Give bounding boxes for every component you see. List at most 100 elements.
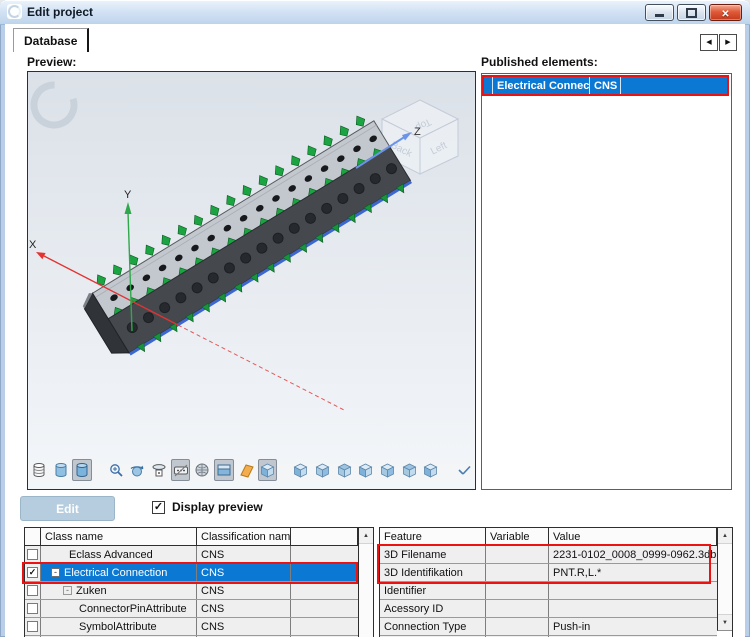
feature-table-row[interactable]: Connection TypePush-in bbox=[380, 618, 717, 636]
scroll-up-button[interactable]: ▲ bbox=[718, 528, 732, 544]
table-cell bbox=[291, 618, 358, 635]
table-cell bbox=[291, 600, 358, 617]
published-cell bbox=[621, 77, 727, 94]
preview-viewport[interactable]: Top Back Left bbox=[27, 71, 476, 490]
table-cell bbox=[486, 618, 549, 635]
dialog-content: Database ◀ ▶ Preview: Published elements… bbox=[5, 24, 745, 637]
cylinder-shaded-icon[interactable] bbox=[51, 459, 71, 481]
view-cube-4-icon[interactable] bbox=[356, 459, 376, 481]
table-cell: Value bbox=[549, 528, 717, 545]
row-checkbox[interactable] bbox=[27, 585, 38, 596]
preview-toolbar bbox=[28, 458, 475, 482]
feature-table: FeatureVariableValue3D Filename 2231-0102… bbox=[379, 527, 733, 637]
scroll-up-button[interactable]: ▲ bbox=[359, 528, 373, 544]
class-table-row[interactable]: -ZukenCNS bbox=[25, 582, 358, 600]
window-title: Edit project bbox=[27, 5, 93, 19]
display-preview-checkbox[interactable]: ✓ bbox=[152, 501, 165, 514]
minimize-button[interactable] bbox=[645, 4, 674, 21]
zoom-icon[interactable] bbox=[106, 459, 126, 481]
table-cell: ConnectorPinAttribute bbox=[41, 600, 197, 617]
display-preview-control: ✓ Display preview bbox=[152, 500, 263, 514]
table-cell: Eclass Advanced bbox=[41, 546, 197, 563]
class-table-row[interactable]: SymbolAttribute CNS bbox=[25, 618, 358, 636]
table-cell bbox=[486, 546, 549, 563]
table-cell bbox=[291, 564, 358, 581]
turntable-icon[interactable] bbox=[149, 459, 169, 481]
table-cell: CNS bbox=[197, 618, 291, 635]
arrow-right-icon: ▶ bbox=[725, 39, 730, 46]
measure-icon[interactable] bbox=[171, 459, 191, 481]
table-cell: CNS bbox=[197, 600, 291, 617]
minimize-icon bbox=[655, 14, 664, 17]
tab-scroll-right-button[interactable]: ▶ bbox=[719, 34, 737, 51]
class-table-row[interactable]: ✓-Electrical ConnectionCNS bbox=[25, 564, 358, 582]
table-cell: Push-in bbox=[549, 618, 717, 635]
model-3d bbox=[73, 110, 414, 367]
tab-scroll-left-button[interactable]: ◀ bbox=[700, 34, 718, 51]
row-checkbox[interactable] bbox=[27, 549, 38, 560]
scroll-down-button[interactable]: ▼ bbox=[718, 614, 732, 630]
arrow-left-icon: ◀ bbox=[706, 39, 711, 46]
class-name: Zuken bbox=[76, 585, 107, 597]
mesh-sphere-icon[interactable] bbox=[192, 459, 212, 481]
table-cell bbox=[549, 600, 717, 617]
edit-button[interactable]: Edit bbox=[20, 496, 115, 521]
class-name: Electrical Connection bbox=[64, 567, 167, 579]
titlebar[interactable]: Edit project bbox=[0, 0, 750, 25]
section-box-icon[interactable] bbox=[214, 459, 234, 481]
row-checkbox[interactable] bbox=[27, 603, 38, 614]
table-cell bbox=[25, 582, 41, 599]
table-cell bbox=[25, 528, 41, 545]
feature-table-header: FeatureVariableValue bbox=[380, 528, 717, 546]
view-cube-1-icon[interactable] bbox=[291, 459, 311, 481]
cube-view-icon[interactable] bbox=[258, 459, 278, 481]
feature-table-scrollbar[interactable]: ▲ ▼ bbox=[717, 528, 732, 631]
row-checkbox[interactable]: ✓ bbox=[27, 567, 38, 578]
class-table-scrollbar[interactable]: ▲ bbox=[358, 528, 373, 637]
tree-collapse-icon[interactable]: - bbox=[63, 586, 72, 595]
scroll-up-icon: ▲ bbox=[363, 533, 369, 539]
class-name: ConnectorPinAttribute bbox=[79, 603, 187, 615]
class-table-row[interactable]: ConnectorPinAttribute CNS bbox=[25, 600, 358, 618]
feature-table-row[interactable]: Identifier bbox=[380, 582, 717, 600]
app-logo-icon bbox=[7, 4, 22, 19]
view-cube-3-icon[interactable] bbox=[334, 459, 354, 481]
more-views-icon[interactable] bbox=[454, 459, 474, 481]
published-selected-row[interactable]: Electrical ConnectionCNS bbox=[482, 75, 729, 96]
feature-table-row[interactable]: 3D Filename 2231-0102_0008_0999-0962.3db bbox=[380, 546, 717, 564]
table-cell: 3D Filename bbox=[380, 546, 486, 563]
published-cell bbox=[484, 77, 493, 94]
preview-3d-scene: Top Back Left bbox=[28, 72, 475, 489]
scroll-up-icon: ▲ bbox=[722, 533, 728, 539]
clip-plane-icon[interactable] bbox=[236, 459, 256, 481]
row-checkbox[interactable] bbox=[27, 621, 38, 632]
published-elements-label: Published elements: bbox=[481, 55, 598, 69]
class-table-row[interactable]: Eclass AdvancedCNS bbox=[25, 546, 358, 564]
orbit-icon[interactable] bbox=[127, 459, 147, 481]
table-cell: Class name bbox=[41, 528, 197, 545]
close-button[interactable] bbox=[709, 4, 742, 21]
axis-y-label: Y bbox=[124, 189, 132, 201]
close-icon bbox=[721, 6, 729, 20]
maximize-button[interactable] bbox=[677, 4, 706, 21]
axis-z-label: Z bbox=[414, 126, 421, 138]
class-name: SymbolAttribute bbox=[79, 621, 157, 633]
cylinder-wireframe-icon[interactable] bbox=[29, 459, 49, 481]
tree-collapse-icon[interactable]: - bbox=[51, 568, 60, 577]
table-cell: -Electrical Connection bbox=[41, 564, 197, 581]
view-cube-2-icon[interactable] bbox=[313, 459, 333, 481]
tab-database[interactable]: Database bbox=[13, 28, 89, 52]
view-cube-6-icon[interactable] bbox=[399, 459, 419, 481]
table-cell bbox=[486, 600, 549, 617]
view-cube-5-icon[interactable] bbox=[378, 459, 398, 481]
table-cell: CNS bbox=[197, 564, 291, 581]
view-cube-7-icon[interactable] bbox=[421, 459, 441, 481]
table-cell: CNS bbox=[197, 546, 291, 563]
feature-table-row[interactable]: Acessory ID bbox=[380, 600, 717, 618]
published-cell: CNS bbox=[590, 77, 621, 94]
published-elements-list[interactable]: Electrical ConnectionCNS bbox=[481, 73, 732, 490]
feature-table-row[interactable]: 3D IdentifikationPNT.R,L.* bbox=[380, 564, 717, 582]
table-cell: 2231-0102_0008_0999-0962.3db bbox=[549, 546, 717, 563]
cylinder-shaded-edges-icon[interactable] bbox=[72, 459, 92, 481]
table-cell: -Zuken bbox=[41, 582, 197, 599]
